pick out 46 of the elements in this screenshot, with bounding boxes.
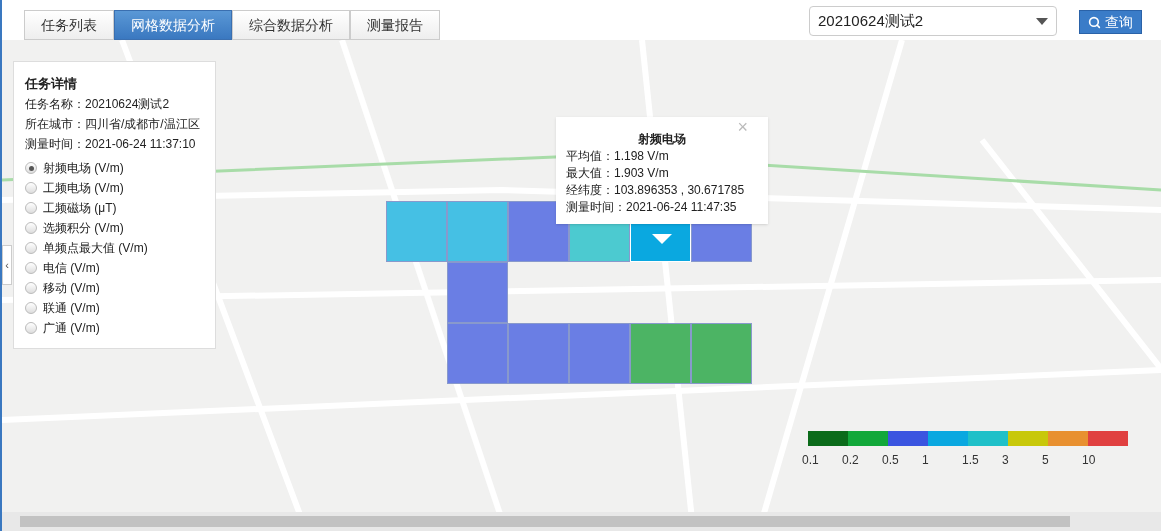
- panel-title: 任务详情: [25, 75, 78, 93]
- detail-text: 任务名称：20210624测试2: [25, 96, 171, 113]
- legend-label: 0.5: [882, 453, 899, 467]
- legend-label: 1.5: [962, 453, 979, 467]
- grid-cell[interactable]: [630, 323, 691, 384]
- grid-cell[interactable]: [569, 323, 630, 384]
- popup-title: 射频电场: [637, 131, 687, 148]
- query-button[interactable]: 查询: [1079, 10, 1142, 34]
- legend-label: 5: [1042, 453, 1049, 467]
- legend-label: 0.1: [802, 453, 819, 467]
- grid-cell[interactable]: [447, 262, 508, 323]
- detail-text: 测量时间：2021-06-24 11:37:10: [25, 136, 197, 153]
- detail-text: 所在城市：四川省/成都市/温江区: [25, 116, 201, 133]
- legend-label: 1: [922, 453, 929, 467]
- popup-text: 测量时间：2021-06-24 11:47:35: [566, 199, 738, 216]
- popup-text: 平均值：1.198 V/m: [566, 148, 670, 165]
- horizontal-scrollbar[interactable]: [0, 512, 1161, 531]
- metric-radio[interactable]: 射频电场 (V/m): [25, 158, 215, 178]
- grid-cell[interactable]: [447, 323, 508, 384]
- search-icon: [1088, 15, 1101, 29]
- tab[interactable]: 综合数据分析: [232, 10, 350, 40]
- collapse-button[interactable]: ‹: [2, 245, 12, 285]
- metric-radio[interactable]: 联通 (V/m): [25, 298, 215, 318]
- popup-text: 最大值：1.903 V/m: [566, 165, 670, 182]
- metric-radio[interactable]: 选频积分 (V/m): [25, 218, 215, 238]
- metric-radio[interactable]: 电信 (V/m): [25, 258, 215, 278]
- popup-text: 经纬度：103.896353 , 30.671785: [566, 182, 746, 199]
- metric-radio[interactable]: 移动 (V/m): [25, 278, 215, 298]
- tab[interactable]: 网格数据分析: [114, 10, 232, 40]
- grid-cell[interactable]: [508, 323, 569, 384]
- legend-label: 0.2: [842, 453, 859, 467]
- grid-cell[interactable]: [386, 201, 447, 262]
- popup-pointer: [652, 234, 672, 244]
- grid-cell[interactable]: [447, 201, 508, 262]
- metric-radio[interactable]: 工频磁场 (μT): [25, 198, 215, 218]
- metric-radio[interactable]: 工频电场 (V/m): [25, 178, 215, 198]
- scrollbar-thumb[interactable]: [20, 516, 1070, 527]
- legend-label: 10: [1082, 453, 1096, 467]
- task-select[interactable]: 20210624测试2: [809, 6, 1057, 36]
- metric-radio[interactable]: 广通 (V/m): [25, 318, 215, 338]
- caret-icon: [1036, 17, 1048, 25]
- tab[interactable]: 测量报告: [350, 10, 440, 40]
- legend-label: 3: [1002, 453, 1009, 467]
- metric-radio[interactable]: 单频点最大值 (V/m): [25, 238, 215, 258]
- tab[interactable]: 任务列表: [24, 10, 114, 40]
- grid-cell[interactable]: [691, 323, 752, 384]
